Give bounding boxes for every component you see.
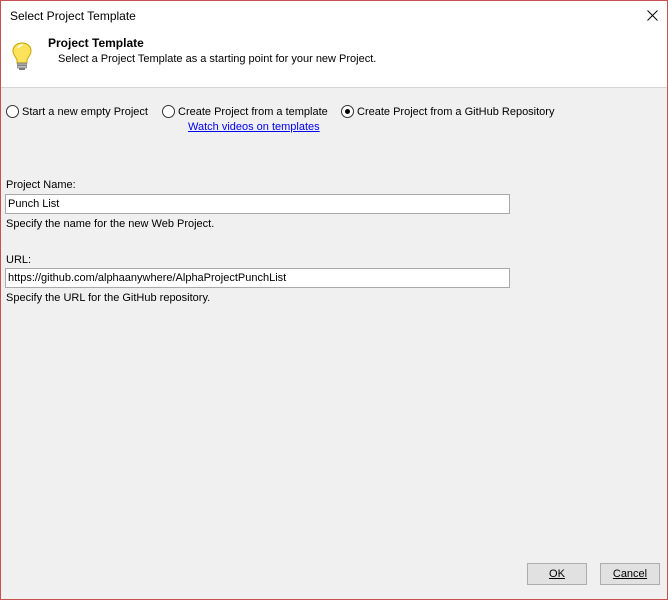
project-name-input[interactable] bbox=[5, 194, 510, 214]
header-title: Project Template bbox=[48, 36, 144, 50]
close-icon bbox=[647, 10, 658, 21]
window-title: Select Project Template bbox=[10, 9, 136, 23]
project-name-label: Project Name: bbox=[6, 179, 76, 191]
project-name-hint: Specify the name for the new Web Project… bbox=[6, 218, 215, 230]
dialog-window: Select Project Template Project Template… bbox=[0, 0, 668, 600]
radio-empty-project[interactable] bbox=[6, 105, 19, 118]
radio-from-template[interactable] bbox=[162, 105, 175, 118]
option-empty-project-label: Start a new empty Project bbox=[22, 105, 148, 118]
ok-button-label: OK bbox=[549, 568, 565, 580]
option-from-github-label: Create Project from a GitHub Repository bbox=[357, 105, 555, 118]
url-input[interactable] bbox=[5, 268, 510, 288]
close-button[interactable] bbox=[637, 1, 667, 31]
cancel-button-label: Cancel bbox=[612, 568, 648, 580]
watch-videos-link[interactable]: Watch videos on templates bbox=[188, 121, 320, 133]
title-bar: Select Project Template bbox=[1, 1, 667, 32]
radio-from-github[interactable] bbox=[341, 105, 354, 118]
cancel-button[interactable]: Cancel bbox=[600, 563, 660, 585]
option-from-template-label: Create Project from a template bbox=[178, 105, 328, 118]
header-panel: Project Template Select a Project Templa… bbox=[1, 32, 667, 88]
url-hint: Specify the URL for the GitHub repositor… bbox=[6, 292, 211, 304]
ok-button[interactable]: OK bbox=[527, 563, 587, 585]
url-label: URL: bbox=[6, 254, 32, 266]
header-description: Select a Project Template as a starting … bbox=[58, 53, 377, 65]
lightbulb-icon bbox=[12, 42, 32, 70]
option-from-template[interactable]: Create Project from a template bbox=[162, 105, 328, 118]
option-from-github[interactable]: Create Project from a GitHub Repository bbox=[341, 105, 554, 118]
option-empty-project[interactable]: Start a new empty Project bbox=[6, 105, 148, 118]
